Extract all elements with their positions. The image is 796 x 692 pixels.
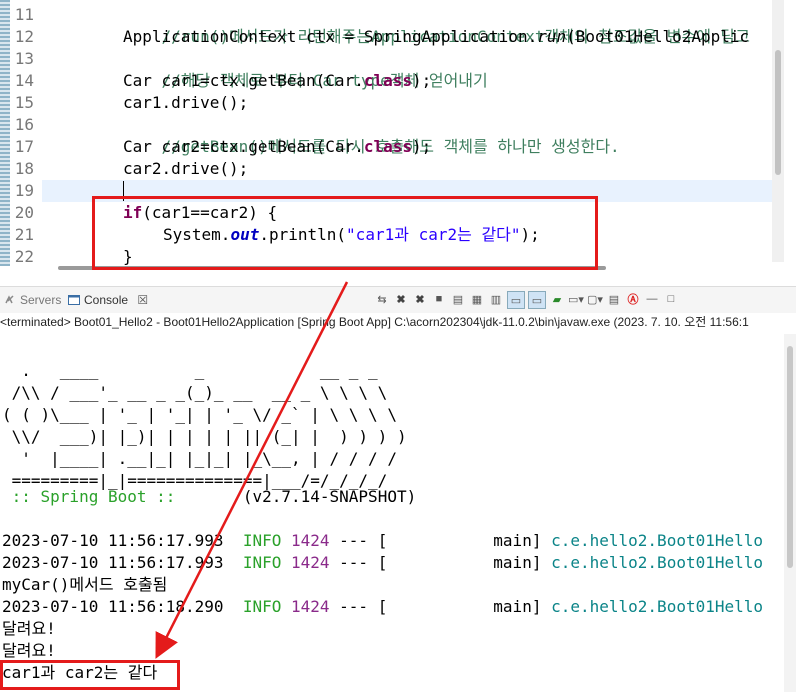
pin-icon[interactable]: ⇆ xyxy=(374,291,390,307)
console-output[interactable]: . ____ _ __ _ _ /\\ / ___'_ __ _ _(_)_ _… xyxy=(0,334,784,692)
code-text: Car car1=ctx.getBean(Car. xyxy=(123,71,364,90)
code-text: Car car2=ctx.getBean(Car. xyxy=(123,137,364,156)
banner-line: ' |____| .__|_| |_|_| |_\__, | / / / / xyxy=(2,449,397,468)
minimize-icon[interactable]: — xyxy=(644,291,660,307)
annotation-box-code xyxy=(92,196,598,270)
code-line-15[interactable]: car1.drive(); xyxy=(123,92,248,114)
log-logger: c.e.hello2.Boot01Hello xyxy=(551,531,764,550)
line-number: 12 xyxy=(14,27,34,46)
editor-ruler xyxy=(0,0,10,266)
log-thread: --- [ main] xyxy=(329,553,552,572)
banner-line: ( ( )\___ | '_ | '_| | '_ \/ _` | \ \ \ … xyxy=(2,405,397,424)
log-logger: c.e.hello2.Boot01Hello xyxy=(551,597,764,616)
code-method: run xyxy=(537,27,567,46)
log-level: INFO xyxy=(242,531,282,550)
line-number: 22 xyxy=(14,247,34,266)
remove-all-icon[interactable]: ✖ xyxy=(412,291,428,307)
remove-launch-icon[interactable]: ✖ xyxy=(393,291,409,307)
code-line-18[interactable]: car2.drive(); xyxy=(123,158,248,180)
open-console-icon[interactable]: ▰ xyxy=(549,291,565,307)
line-number: 11 xyxy=(14,5,34,24)
code-line-14[interactable]: Car car1=ctx.getBean(Car.class); xyxy=(123,70,431,92)
log-logger: c.e.hello2.Boot01Hello xyxy=(551,553,764,572)
servers-icon xyxy=(5,295,14,304)
view-tab-bar: Servers Console ☒ ⇆ ✖ ✖ ■ ▤ ▦ ▥ ▭ ▭ ▰ ▭▾… xyxy=(0,286,796,313)
show-on-stdout-icon[interactable]: ▭ xyxy=(507,291,525,309)
code-text: ); xyxy=(412,71,432,90)
code-text: ApplicationContext ctx = SpringApplicati… xyxy=(123,27,538,46)
annotation-box-output xyxy=(0,660,180,690)
log-timestamp: 2023-07-10 11:56:17.993 xyxy=(2,531,243,550)
tab-console[interactable]: Console ☒ xyxy=(68,291,148,309)
code-line-17[interactable]: Car car2=ctx.getBean(Car.class); xyxy=(123,136,431,158)
banner-line: /\\ / ___'_ __ _ _(_)_ __ __ _ \ \ \ \ xyxy=(2,383,388,402)
log-level: INFO xyxy=(242,553,282,572)
code-line-12[interactable]: ApplicationContext ctx = SpringApplicati… xyxy=(123,26,749,48)
scroll-lock-icon[interactable]: ▦ xyxy=(469,291,485,307)
line-number: 17 xyxy=(14,137,34,156)
log-line: 2023-07-10 11:56:17.993 INFO 1424 --- [ … xyxy=(2,552,763,574)
console-icon xyxy=(68,295,80,305)
log-thread: --- [ main] xyxy=(329,597,552,616)
line-number: 18 xyxy=(14,159,34,178)
line-number: 14 xyxy=(14,71,34,90)
spring-boot-version-line: :: Spring Boot :: (v2.7.14-SNAPSHOT) xyxy=(2,486,417,508)
spring-boot-icon[interactable]: Ⓐ xyxy=(625,291,641,307)
mycar-output: myCar()메서드 호출됨 xyxy=(2,575,168,594)
code-text: car1.drive(); xyxy=(123,93,249,112)
log-timestamp: 2023-07-10 11:56:18.290 xyxy=(2,597,243,616)
log-level: INFO xyxy=(242,597,282,616)
word-wrap-icon[interactable]: ▥ xyxy=(488,291,504,307)
spring-boot-label: :: Spring Boot :: xyxy=(2,487,186,506)
code-keyword: class xyxy=(363,137,412,156)
tab-servers-label: Servers xyxy=(20,293,62,307)
log-line: 2023-07-10 11:56:17.993 INFO 1424 --- [ … xyxy=(2,530,763,552)
clear-console-icon[interactable]: ▤ xyxy=(450,291,466,307)
banner-line: . ____ _ __ _ _ xyxy=(2,361,378,380)
console-scroll-thumb[interactable] xyxy=(787,346,793,568)
tab-console-label: Console xyxy=(84,293,129,307)
log-thread: --- [ main] xyxy=(329,531,552,550)
log-pid: 1424 xyxy=(291,553,330,572)
display-selected-console-icon[interactable]: ▭▾ xyxy=(568,291,584,307)
code-text: (Boot01Hello2Applic xyxy=(566,27,750,46)
console-toolbar: ⇆ ✖ ✖ ■ ▤ ▦ ▥ ▭ ▭ ▰ ▭▾ ▢▾ ▤ Ⓐ — □ xyxy=(374,291,679,309)
line-number: 20 xyxy=(14,203,34,222)
console-status-line: <terminated> Boot01_Hello2 - Boot01Hello… xyxy=(0,313,796,331)
line-number: 15 xyxy=(14,93,34,112)
line-number: 16 xyxy=(14,115,34,134)
code-text: car2.drive(); xyxy=(123,159,249,178)
banner-line: \\/ ___)| |_)| | | | | || (_| | ) ) ) ) xyxy=(2,427,407,446)
line-number: 21 xyxy=(14,225,34,244)
drive-output: 달려요! xyxy=(2,641,56,660)
log-pid: 1424 xyxy=(291,597,330,616)
code-keyword: class xyxy=(363,71,412,90)
new-console-icon[interactable]: ▢▾ xyxy=(587,291,603,307)
log-pid: 1424 xyxy=(291,531,330,550)
log-timestamp: 2023-07-10 11:56:17.993 xyxy=(2,553,243,572)
editor-scroll-thumb[interactable] xyxy=(775,50,781,175)
line-number: 13 xyxy=(14,49,34,68)
code-text: ); xyxy=(412,137,432,156)
view-menu-icon[interactable]: ▤ xyxy=(606,291,622,307)
maximize-icon[interactable]: □ xyxy=(663,291,679,307)
drive-output: 달려요! xyxy=(2,619,56,638)
tab-servers[interactable]: Servers xyxy=(4,291,61,309)
terminate-icon[interactable]: ■ xyxy=(431,291,447,307)
show-on-stderr-icon[interactable]: ▭ xyxy=(528,291,546,309)
close-icon[interactable]: ☒ xyxy=(137,293,148,307)
line-number: 19 xyxy=(14,181,34,200)
spring-boot-version: (v2.7.14-SNAPSHOT) xyxy=(185,487,417,506)
log-line: 2023-07-10 11:56:18.290 INFO 1424 --- [ … xyxy=(2,596,763,618)
